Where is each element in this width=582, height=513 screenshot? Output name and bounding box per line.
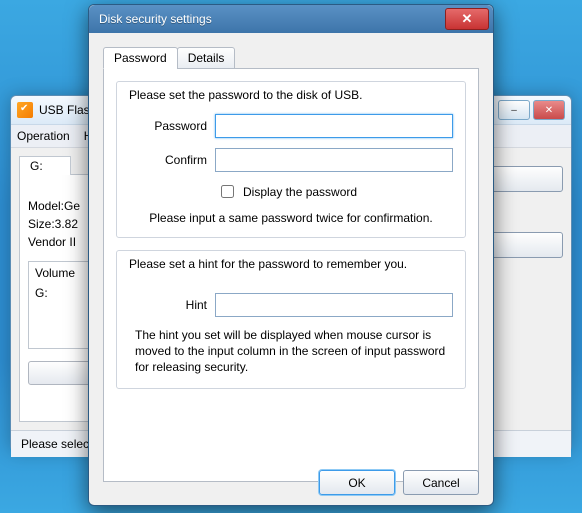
hint-label: Hint <box>129 298 215 312</box>
tab-strip: Password Details <box>103 47 479 69</box>
password-group-heading: Please set the password to the disk of U… <box>129 88 453 102</box>
dialog-titlebar: Disk security settings ✕ <box>89 5 493 33</box>
dialog-title: Disk security settings <box>99 12 445 26</box>
hint-group: Please set a hint for the password to re… <box>116 250 466 389</box>
hint-input[interactable] <box>215 293 453 317</box>
close-button[interactable]: ✕ <box>533 100 565 120</box>
password-label: Password <box>129 119 215 133</box>
window-controls: – ✕ <box>498 100 565 120</box>
menu-operation[interactable]: Operation <box>17 129 70 143</box>
cancel-button[interactable]: Cancel <box>403 470 479 495</box>
display-password-checkbox[interactable] <box>221 185 234 198</box>
drive-tab[interactable]: G: <box>19 156 71 175</box>
confirm-input[interactable] <box>215 148 453 172</box>
minimize-button[interactable]: – <box>498 100 530 120</box>
disk-security-dialog: Disk security settings ✕ Password Detail… <box>88 4 494 506</box>
display-password-label: Display the password <box>243 185 357 199</box>
usb-security-icon <box>17 102 33 118</box>
tab-details[interactable]: Details <box>177 47 236 69</box>
password-group: Please set the password to the disk of U… <box>116 81 466 238</box>
hint-note: The hint you set will be displayed when … <box>135 327 453 376</box>
tab-content: Please set the password to the disk of U… <box>103 68 479 482</box>
password-input[interactable] <box>215 114 453 138</box>
ok-button[interactable]: OK <box>319 470 395 495</box>
dialog-close-button[interactable]: ✕ <box>445 8 489 30</box>
confirm-label: Confirm <box>129 153 215 167</box>
hint-group-heading: Please set a hint for the password to re… <box>129 257 453 271</box>
dialog-footer: OK Cancel <box>319 470 479 495</box>
password-note: Please input a same password twice for c… <box>129 211 453 225</box>
tab-password[interactable]: Password <box>103 47 178 69</box>
